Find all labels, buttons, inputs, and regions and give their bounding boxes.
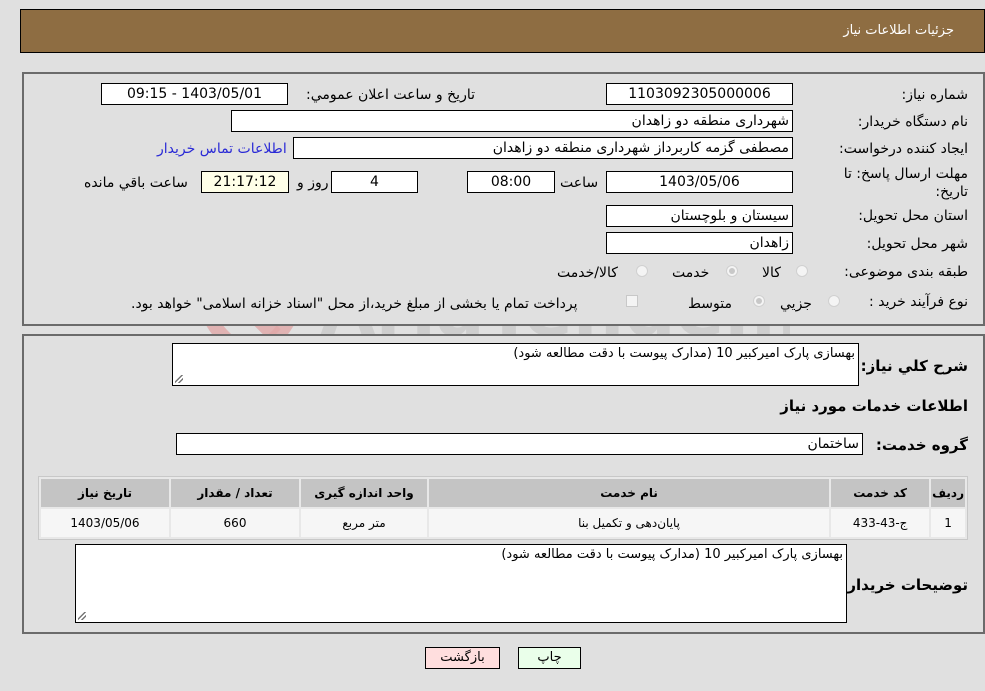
back-button[interactable]: بازگشت bbox=[425, 647, 500, 669]
deadline-date-field: 1403/05/06 bbox=[606, 171, 793, 193]
col-header-need-date: تاریخ نیاز bbox=[41, 479, 169, 507]
description-text: بهسازی پارک امیرکبیر 10 (مدارک پیوست با … bbox=[513, 346, 855, 361]
deadline-time-field: 08:00 bbox=[467, 171, 555, 193]
purchase-option-medium: متوسط bbox=[688, 296, 732, 312]
cell-service-name: پایان‌دهی و تکمیل بنا bbox=[429, 509, 830, 537]
table-header-row: ردیف کد خدمت نام خدمت واحد اندازه گیری ت… bbox=[41, 479, 965, 507]
province-label: استان محل تحویل: bbox=[858, 208, 968, 224]
services-heading: اطلاعات خدمات مورد نیاز bbox=[780, 397, 968, 415]
category-radio-goods[interactable] bbox=[796, 265, 808, 277]
buyer-notes-textarea[interactable]: بهسازی پارک امیرکبیر 10 (مدارک پیوست با … bbox=[75, 544, 847, 623]
table-row: 1 ج-43-433 پایان‌دهی و تکمیل بنا متر مرب… bbox=[41, 509, 965, 537]
requester-field: مصطفی گزمه کاربرداز شهرداری منطقه دو زاه… bbox=[293, 137, 793, 159]
buyer-org-field: شهرداری منطقه دو زاهدان bbox=[231, 110, 793, 132]
print-button[interactable]: چاپ bbox=[518, 647, 581, 669]
service-group-field: ساختمان bbox=[176, 433, 863, 455]
remaining-time-label: ساعت باقي مانده bbox=[84, 175, 188, 191]
col-header-quantity: تعداد / مقدار bbox=[171, 479, 299, 507]
col-header-row-number: ردیف bbox=[931, 479, 965, 507]
resize-grip-icon[interactable] bbox=[78, 612, 86, 620]
purchase-option-minor: جزیي bbox=[780, 296, 812, 312]
requester-label: ایجاد کننده درخواست: bbox=[839, 141, 968, 157]
treasury-checkbox[interactable] bbox=[626, 295, 638, 307]
page-header: جزئیات اطلاعات نیاز bbox=[20, 9, 985, 53]
service-group-label: گروه خدمت: bbox=[875, 436, 968, 454]
deadline-time-label: ساعت bbox=[560, 175, 599, 191]
col-header-service-name: نام خدمت bbox=[429, 479, 830, 507]
category-radio-service[interactable] bbox=[726, 265, 738, 277]
category-option-goods-service: کالا/خدمت bbox=[557, 265, 618, 281]
description-label: شرح كلي نياز: bbox=[860, 357, 968, 375]
cell-quantity: 660 bbox=[171, 509, 299, 537]
remaining-days-field: 4 bbox=[331, 171, 418, 193]
deadline-label: مهلت ارسال پاسخ: تا تاریخ: bbox=[843, 166, 968, 200]
col-header-unit: واحد اندازه گیری bbox=[301, 479, 427, 507]
cell-service-code: ج-43-433 bbox=[831, 509, 930, 537]
purchase-radio-medium[interactable] bbox=[753, 295, 765, 307]
announce-datetime-field: 1403/05/01 - 09:15 bbox=[101, 83, 288, 105]
buyer-notes-text: بهسازی پارک امیرکبیر 10 (مدارک پیوست با … bbox=[501, 547, 843, 562]
services-table: ردیف کد خدمت نام خدمت واحد اندازه گیری ت… bbox=[38, 476, 968, 540]
purchase-radio-minor[interactable] bbox=[828, 295, 840, 307]
category-option-goods: کالا bbox=[762, 265, 781, 281]
page-title: جزئیات اطلاعات نیاز bbox=[843, 23, 954, 38]
col-header-service-code: کد خدمت bbox=[831, 479, 930, 507]
buyer-org-label: نام دستگاه خریدار: bbox=[857, 114, 968, 130]
days-label: روز و bbox=[297, 175, 329, 191]
category-radio-goods-service[interactable] bbox=[636, 265, 648, 277]
province-field: سیستان و بلوچستان bbox=[606, 205, 793, 227]
buyer-contact-link[interactable]: اطلاعات تماس خریدار bbox=[157, 141, 287, 157]
cell-need-date: 1403/05/06 bbox=[41, 509, 169, 537]
cell-row-number: 1 bbox=[931, 509, 965, 537]
treasury-note: پرداخت تمام یا بخشی از مبلغ خرید،از محل … bbox=[131, 296, 578, 312]
resize-grip-icon[interactable] bbox=[175, 375, 183, 383]
city-label: شهر محل تحویل: bbox=[866, 236, 968, 252]
buyer-notes-label: توضیحات خریدار: bbox=[841, 576, 968, 594]
category-label: طبقه بندی موضوعی: bbox=[844, 264, 968, 280]
need-number-label: شماره نیاز: bbox=[901, 87, 969, 103]
cell-unit: متر مربع bbox=[301, 509, 427, 537]
remaining-time-field: 21:17:12 bbox=[201, 171, 289, 193]
category-option-service: خدمت bbox=[672, 265, 710, 281]
city-field: زاهدان bbox=[606, 232, 793, 254]
purchase-type-label: نوع فرآیند خرید : bbox=[869, 294, 968, 310]
need-number-field: 1103092305000006 bbox=[606, 83, 793, 105]
description-textarea[interactable]: بهسازی پارک امیرکبیر 10 (مدارک پیوست با … bbox=[172, 343, 859, 386]
announce-datetime-label: تاریخ و ساعت اعلان عمومي: bbox=[306, 87, 475, 103]
